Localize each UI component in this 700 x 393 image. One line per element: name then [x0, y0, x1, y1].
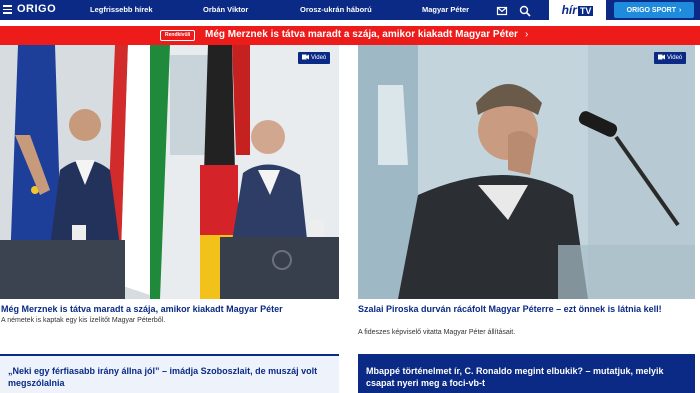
- article-image-merz[interactable]: Videó: [0, 45, 339, 299]
- chevron-right-icon: ›: [679, 6, 682, 14]
- card-top-border: [0, 354, 339, 356]
- nav-magyar-peter[interactable]: Magyar Péter: [422, 5, 469, 14]
- chevron-right-icon: ›: [525, 29, 529, 40]
- breaking-news-banner[interactable]: Rendkívüli Még Merznek is tátva maradt a…: [0, 26, 700, 45]
- article-image-magyar[interactable]: Videó: [358, 45, 695, 299]
- article-title[interactable]: Még Merznek is tátva maradt a szája, ami…: [1, 304, 339, 315]
- hirtv-logo[interactable]: hír TV: [549, 0, 606, 20]
- mail-icon[interactable]: [496, 4, 508, 16]
- video-icon: [302, 54, 309, 62]
- article-card-szoboszlai[interactable]: „Neki egy férfiasabb irány állna jól” – …: [0, 354, 339, 393]
- video-badge: Videó: [654, 52, 687, 64]
- article-title[interactable]: Szalai Piroska durván rácáfolt Magyar Pé…: [358, 304, 695, 315]
- top-navigation: ORIGO Legfrissebb hírek Orbán Viktor Oro…: [0, 0, 700, 20]
- breaking-badge: Rendkívüli: [160, 30, 196, 41]
- video-badge: Videó: [298, 52, 331, 64]
- video-badge-label: Videó: [311, 55, 327, 61]
- origo-sport-button[interactable]: ORIGO SPORT ›: [614, 2, 694, 18]
- hirtv-tv: TV: [577, 6, 594, 16]
- video-icon: [658, 54, 665, 62]
- nav-latest-news[interactable]: Legfrissebb hírek: [90, 5, 153, 14]
- article-lead: A németek is kaptak egy kis ízelítőt Mag…: [1, 317, 166, 324]
- search-icon[interactable]: [519, 4, 531, 17]
- hirtv-text: hír: [561, 3, 577, 17]
- video-badge-label: Videó: [667, 55, 683, 61]
- article-card-world-cup[interactable]: Mbappé történelmet ír, C. Ronaldo megint…: [358, 354, 695, 393]
- nav-russia-ukraine-war[interactable]: Orosz-ukrán háború: [300, 5, 372, 14]
- article-title[interactable]: „Neki egy férfiasabb irány állna jól” – …: [8, 365, 328, 389]
- menu-icon[interactable]: [3, 5, 12, 14]
- breaking-headline[interactable]: Még Merznek is tátva maradt a szája, ami…: [205, 29, 518, 40]
- article-lead: A fideszes képviselő vitatta Magyar Péte…: [358, 329, 516, 336]
- origo-sport-label: ORIGO SPORT: [626, 6, 677, 14]
- article-title[interactable]: Mbappé történelmet ír, C. Ronaldo megint…: [366, 365, 688, 389]
- origo-logo[interactable]: ORIGO: [17, 3, 56, 15]
- nav-orban-viktor[interactable]: Orbán Viktor: [203, 5, 248, 14]
